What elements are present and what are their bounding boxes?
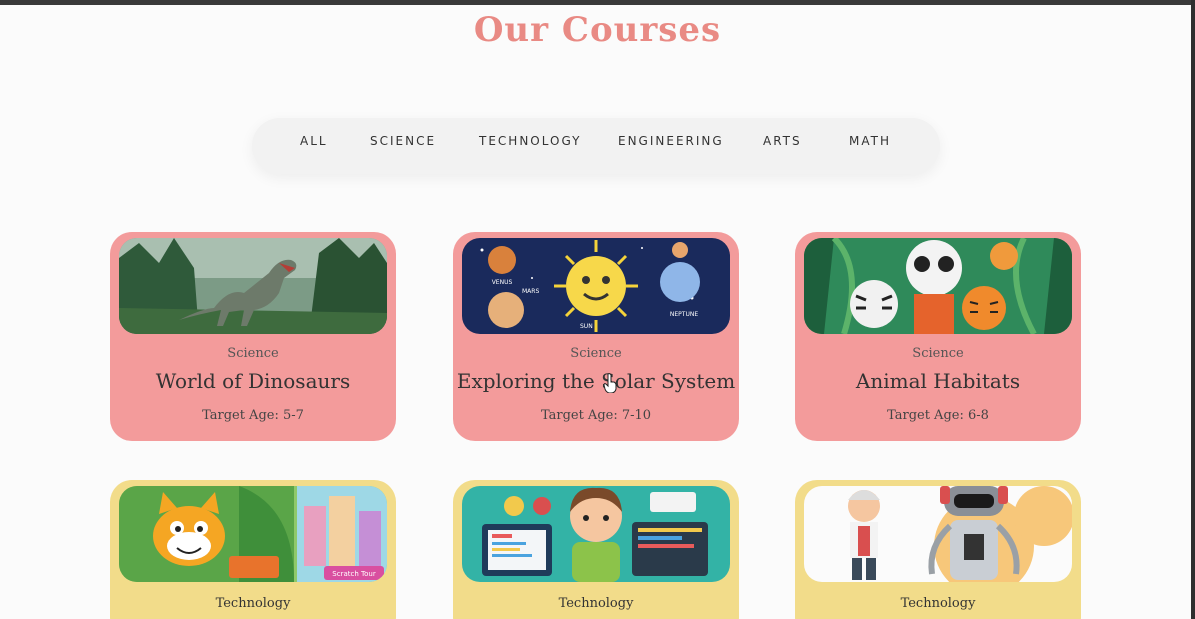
course-title: World of Dinosaurs (155, 369, 351, 393)
course-category: Science (570, 346, 622, 361)
planet-label-neptune: NEPTUNE (670, 311, 698, 318)
page-title: Our Courses (473, 10, 722, 50)
course-card-coding[interactable]: Technology (453, 480, 739, 619)
window-top-edge (0, 0, 1195, 5)
course-card-robotics[interactable]: Technology (795, 480, 1081, 619)
course-card-dinosaurs[interactable]: Science World of Dinosaurs Target Age: 5… (110, 232, 396, 441)
course-target-age: Target Age: 6-8 (887, 408, 989, 423)
course-category: Science (227, 346, 279, 361)
course-card-solar-system[interactable]: VENUS MARS SUN NEPTUNE Science Exploring… (453, 232, 739, 441)
course-category: Technology (215, 596, 291, 611)
filter-technology[interactable]: TECHNOLOGY (479, 134, 581, 148)
filter-science[interactable]: SCIENCE (370, 134, 436, 148)
course-target-age: Target Age: 7-10 (540, 408, 652, 423)
course-category: Technology (558, 596, 634, 611)
course-filter-bar: ALL SCIENCE TECHNOLOGY ENGINEERING ARTS … (252, 118, 940, 174)
planet-label-venus: VENUS (492, 279, 513, 286)
window-right-edge (1191, 0, 1195, 619)
filter-engineering[interactable]: ENGINEERING (618, 134, 724, 148)
filter-all[interactable]: ALL (300, 134, 328, 148)
course-card-animal-habitats[interactable]: Science Animal Habitats Target Age: 6-8 (795, 232, 1081, 441)
scientist-and-robot-image (804, 486, 1072, 582)
scratch-tour-label: Scratch Tour (332, 570, 376, 578)
dinosaur-forest-image (119, 238, 387, 334)
planet-label-mars: MARS (522, 288, 539, 295)
course-target-age: Target Age: 5-7 (202, 408, 304, 423)
kid-coding-image (462, 486, 730, 582)
cartoon-solar-system-image: VENUS MARS SUN NEPTUNE (462, 238, 730, 334)
planet-label-sun: SUN (580, 323, 593, 330)
course-title: Exploring the Solar System (456, 369, 736, 393)
jungle-animals-image (804, 238, 1072, 334)
mouse-cursor-icon (603, 373, 617, 393)
scratch-cat-image: Scratch Tour (119, 486, 387, 582)
course-title: Animal Habitats (855, 369, 1021, 393)
course-card-scratch[interactable]: Scratch Tour Technology (110, 480, 396, 619)
filter-math[interactable]: MATH (849, 134, 891, 148)
course-category: Science (912, 346, 964, 361)
course-category: Technology (900, 596, 976, 611)
filter-arts[interactable]: ARTS (763, 134, 802, 148)
